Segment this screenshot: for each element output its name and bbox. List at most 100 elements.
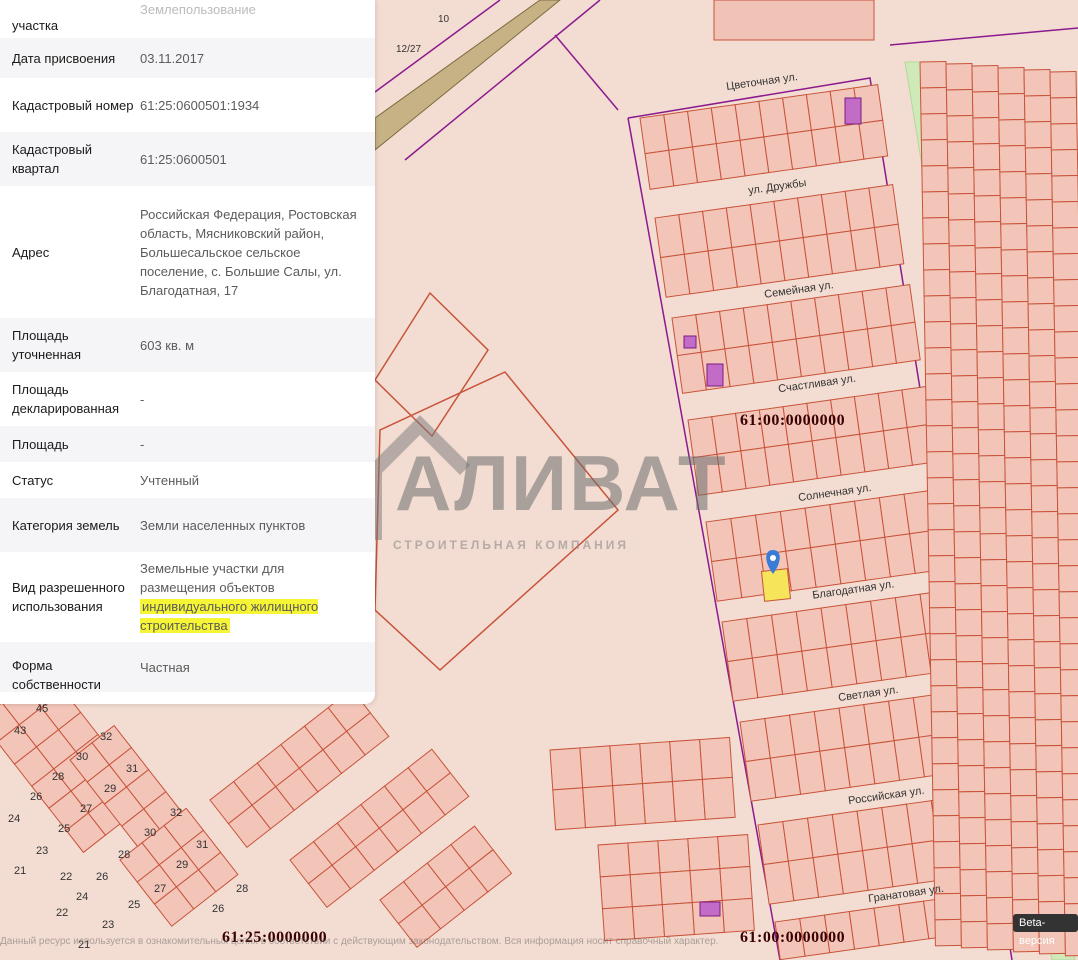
land-lot[interactable] <box>1056 460 1078 489</box>
land-lot[interactable] <box>957 764 986 793</box>
land-lot[interactable] <box>952 452 980 481</box>
land-lot[interactable] <box>1062 798 1078 827</box>
land-lot[interactable] <box>954 556 982 585</box>
land-category-value[interactable]: Земли населенных пунктов <box>140 516 363 535</box>
land-lot[interactable] <box>858 119 889 160</box>
land-lot[interactable] <box>1000 249 1029 277</box>
land-lot[interactable] <box>997 93 1026 121</box>
land-lot[interactable] <box>642 780 676 825</box>
land-lot[interactable] <box>984 818 1013 847</box>
land-lot[interactable] <box>1028 354 1056 383</box>
land-lot[interactable] <box>1034 692 1062 721</box>
land-lot[interactable] <box>609 743 644 787</box>
land-lot[interactable] <box>1023 69 1051 97</box>
info-value[interactable]: 03.11.2017 <box>140 49 363 68</box>
land-lot[interactable] <box>958 790 986 819</box>
land-lot[interactable] <box>873 223 905 268</box>
land-lot[interactable] <box>976 350 1004 379</box>
land-lot[interactable] <box>945 63 973 91</box>
land-lot[interactable] <box>1063 876 1078 905</box>
land-lot[interactable] <box>657 838 691 874</box>
land-lot[interactable] <box>1003 404 1031 433</box>
land-lot[interactable] <box>981 662 1010 691</box>
land-lot[interactable] <box>699 736 733 780</box>
land-lot[interactable] <box>972 117 1000 145</box>
land-lot[interactable] <box>1008 716 1037 745</box>
land-lot[interactable] <box>953 530 982 559</box>
land-lot[interactable] <box>717 834 751 870</box>
land-lot[interactable] <box>983 740 1011 769</box>
land-lot[interactable] <box>931 736 959 765</box>
land-lot[interactable] <box>978 454 1006 483</box>
land-lot[interactable] <box>956 712 985 741</box>
land-lot[interactable] <box>980 558 1008 587</box>
land-lot[interactable] <box>1028 380 1057 409</box>
land-lot[interactable] <box>1037 848 1065 877</box>
land-lot[interactable] <box>923 269 951 297</box>
land-lot[interactable] <box>890 321 921 364</box>
land-lot[interactable] <box>1057 512 1078 541</box>
land-lot[interactable] <box>1037 874 1066 903</box>
land-lot[interactable] <box>1027 303 1056 331</box>
land-lot[interactable] <box>1004 482 1033 511</box>
land-lot[interactable] <box>687 836 721 872</box>
land-lot[interactable] <box>925 398 953 427</box>
land-lot[interactable] <box>1032 562 1060 591</box>
land-lot[interactable] <box>1058 590 1078 619</box>
land-lot[interactable] <box>1052 227 1078 255</box>
land-lot[interactable] <box>997 67 1025 95</box>
land-lot[interactable] <box>1026 251 1055 279</box>
land-lot[interactable] <box>1056 486 1078 515</box>
land-lot[interactable] <box>924 372 953 401</box>
land-lot[interactable] <box>1052 253 1078 281</box>
land-lot[interactable] <box>1028 328 1056 357</box>
land-lot[interactable] <box>957 738 985 767</box>
land-lot[interactable] <box>721 897 755 933</box>
cadastral-number-value[interactable]: 61:25:0600501:1934 <box>140 96 363 115</box>
land-lot[interactable] <box>1036 822 1065 851</box>
land-lot[interactable] <box>1003 430 1032 459</box>
land-lot[interactable] <box>1059 642 1078 671</box>
land-lot[interactable] <box>599 874 633 910</box>
land-lot[interactable] <box>1024 147 1053 175</box>
land-lot[interactable] <box>927 528 956 557</box>
land-lot[interactable] <box>950 348 978 377</box>
land-lot[interactable] <box>1035 770 1064 799</box>
land-lot[interactable] <box>946 115 974 143</box>
land-lot[interactable] <box>929 606 957 635</box>
land-lot[interactable] <box>950 374 979 403</box>
land-lot[interactable] <box>1004 456 1032 485</box>
land-lot[interactable] <box>926 450 954 479</box>
land-lot[interactable] <box>1009 742 1037 771</box>
land-lot[interactable] <box>948 245 977 273</box>
land-lot[interactable] <box>984 792 1012 821</box>
land-lot[interactable] <box>1036 796 1064 825</box>
land-lot[interactable] <box>930 710 959 739</box>
land-lot[interactable] <box>1009 768 1038 797</box>
land-lot[interactable] <box>1030 458 1058 487</box>
land-lot[interactable] <box>1010 794 1038 823</box>
land-lot[interactable] <box>689 868 723 904</box>
land-lot[interactable] <box>1060 720 1078 749</box>
land-lot[interactable] <box>977 428 1006 457</box>
land-lot[interactable] <box>1033 640 1061 669</box>
land-lot[interactable] <box>978 480 1007 509</box>
land-lot[interactable] <box>1002 352 1030 381</box>
lot-block[interactable] <box>549 736 736 831</box>
land-lot[interactable] <box>1049 97 1078 125</box>
land-lot[interactable] <box>1059 668 1078 697</box>
land-lot[interactable] <box>933 840 961 869</box>
land-lot[interactable] <box>960 894 988 923</box>
land-lot[interactable] <box>1029 406 1057 435</box>
land-lot[interactable] <box>929 632 957 661</box>
land-lot[interactable] <box>928 554 956 583</box>
land-lot[interactable] <box>1024 121 1052 149</box>
land-lot[interactable] <box>972 143 1001 171</box>
land-lot[interactable] <box>1031 510 1059 539</box>
land-lot[interactable] <box>971 65 999 93</box>
land-lot[interactable] <box>926 476 955 505</box>
cadastral-quarter-value[interactable]: 61:25:0600501 <box>140 150 363 169</box>
land-lot[interactable] <box>919 61 947 89</box>
land-lot[interactable] <box>999 171 1027 199</box>
land-lot[interactable] <box>1007 612 1035 641</box>
